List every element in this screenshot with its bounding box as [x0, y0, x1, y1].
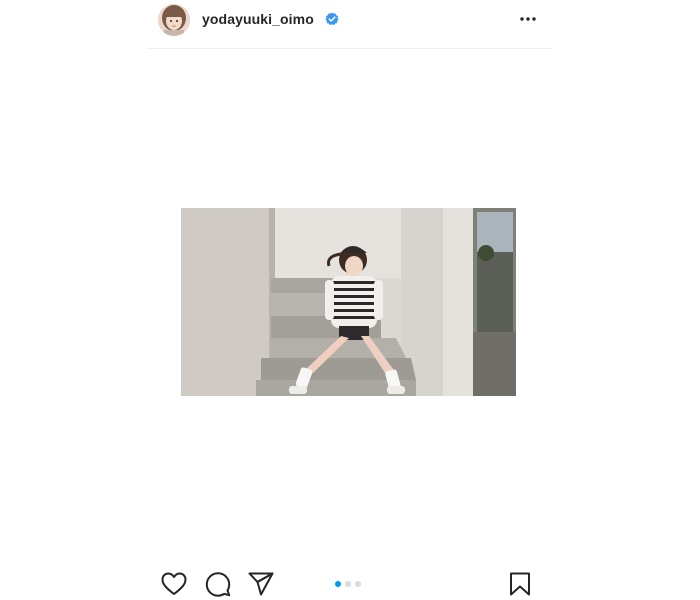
photo-woman-sitting-on-stairs	[181, 208, 516, 396]
username[interactable]: yodayuuki_oimo	[202, 11, 314, 27]
comment-icon	[205, 572, 231, 597]
share-button[interactable]	[247, 570, 275, 598]
comment-button[interactable]	[204, 570, 232, 598]
save-button[interactable]	[506, 570, 534, 598]
bookmark-icon	[510, 572, 530, 596]
send-icon	[248, 572, 274, 596]
carousel-dot-active	[335, 581, 341, 587]
post-header: yodayuuki_oimo	[147, 0, 552, 49]
more-options-button[interactable]	[515, 8, 541, 30]
page: yodayuuki_oimo	[0, 0, 700, 600]
heart-icon	[161, 572, 187, 595]
carousel-indicator	[335, 581, 361, 587]
verified-badge-icon	[325, 12, 339, 25]
avatar-image	[158, 4, 190, 36]
post-media[interactable]	[147, 49, 552, 559]
instagram-post: yodayuuki_oimo	[147, 0, 552, 600]
post-photo	[181, 208, 516, 396]
more-horizontal-icon	[520, 17, 536, 21]
avatar[interactable]	[158, 4, 190, 36]
carousel-dot	[355, 581, 361, 587]
post-actions	[147, 562, 552, 600]
like-button[interactable]	[160, 570, 188, 598]
carousel-dot	[345, 581, 351, 587]
